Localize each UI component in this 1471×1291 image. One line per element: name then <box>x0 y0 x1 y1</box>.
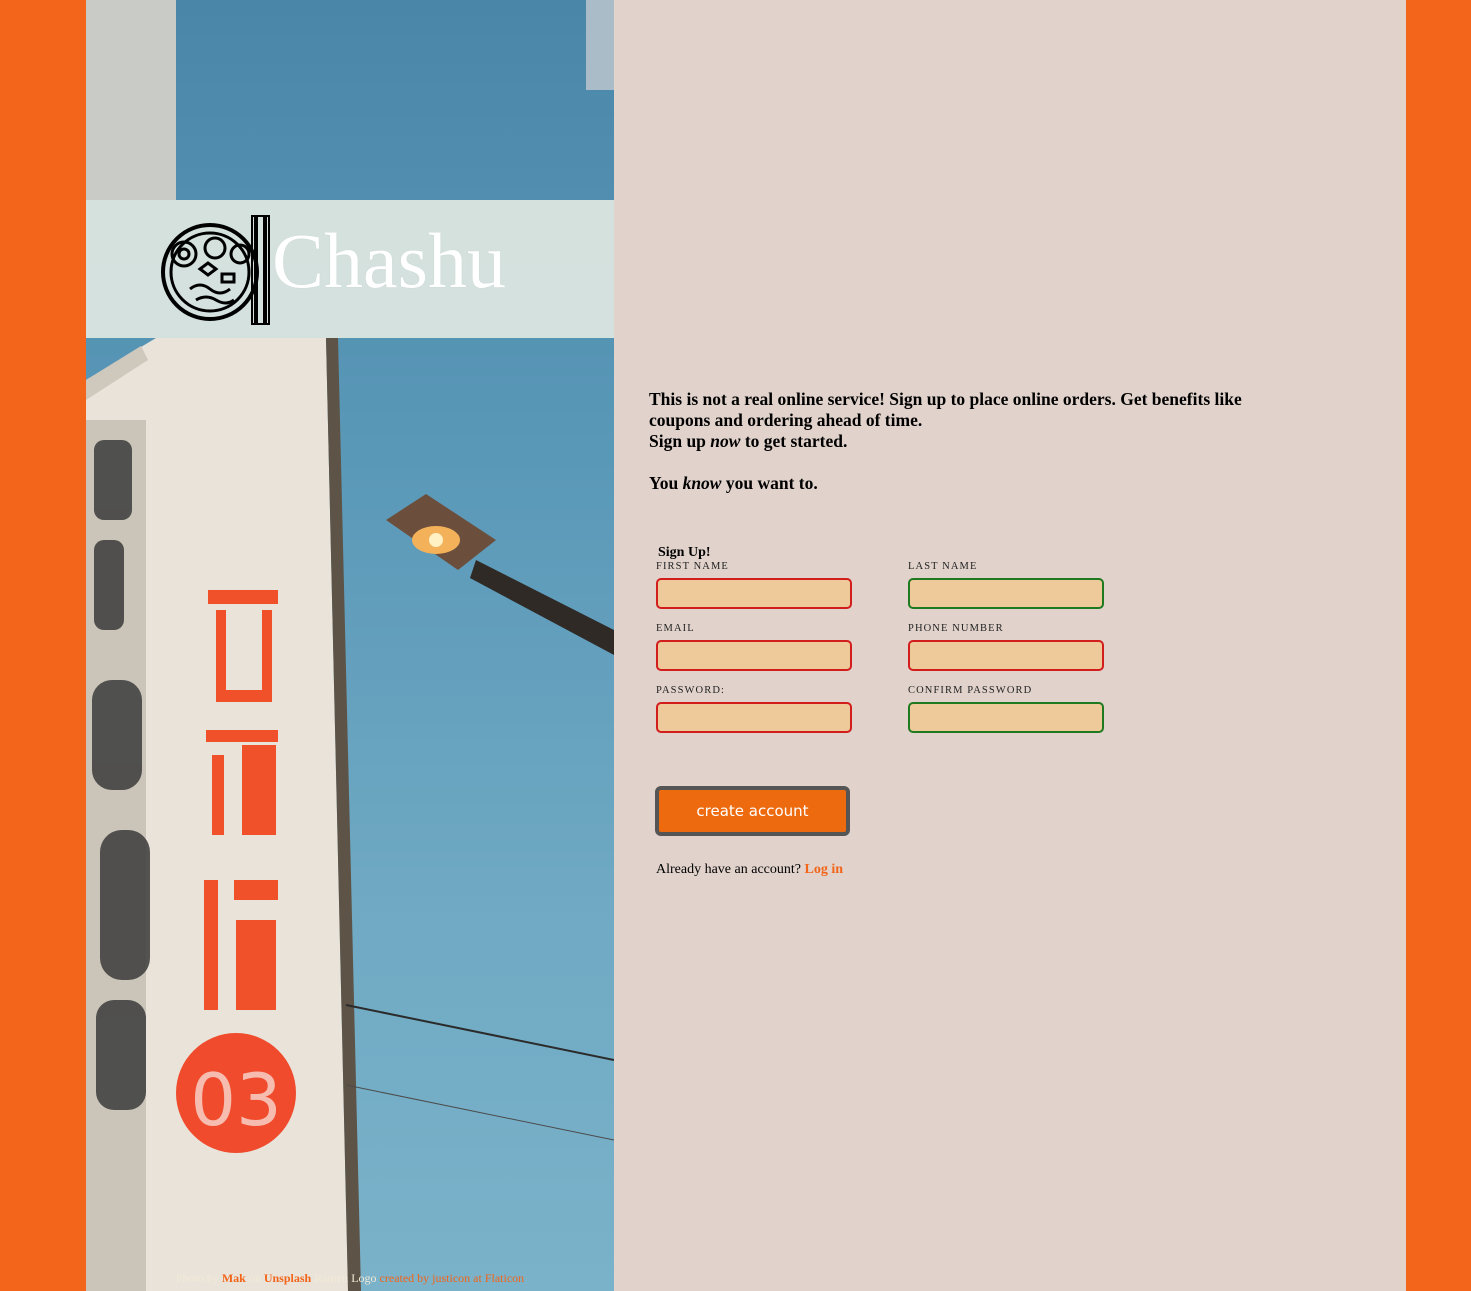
confirm-password-label: CONFIRM PASSWORD <box>908 685 1033 696</box>
email-label: EMAIL <box>656 623 695 634</box>
intro-line-2: Sign up now to get started. <box>649 431 848 451</box>
last-name-label: LAST NAME <box>908 561 978 572</box>
phone-number-input[interactable] <box>908 640 1104 671</box>
power-wire <box>345 1004 614 1061</box>
intro-line-3: You know you want to. <box>649 473 818 493</box>
intro-line-1: This is not a real online service! Sign … <box>649 389 1242 430</box>
photo-credits: Photo by Mak on Unsplash Ramen Logo crea… <box>86 1271 614 1286</box>
first-name-field-group: FIRST NAME <box>656 561 852 609</box>
password-field-group: PASSWORD: <box>656 685 852 733</box>
password-input[interactable] <box>656 702 852 733</box>
brand-name: Chashu <box>272 217 506 304</box>
confirm-password-input[interactable] <box>908 702 1104 733</box>
confirm-password-field-group: CONFIRM PASSWORD <box>908 685 1104 733</box>
phone-field-group: PHONE NUMBER <box>908 623 1104 671</box>
credit-logo-prefix: Ramen Logo <box>314 1271 377 1285</box>
logo-banner: Chashu <box>86 200 614 338</box>
signup-form-title: Sign Up! <box>658 545 711 560</box>
login-prompt-text: Already have an account? <box>656 862 801 877</box>
first-name-input[interactable] <box>656 578 852 609</box>
photographer-link[interactable]: Mak <box>222 1271 246 1285</box>
hero-photo-panel: 03 Chashu Photo by Mak on Unsplash Ramen… <box>86 0 614 1291</box>
flaticon-link[interactable]: created by justicon at Flaticon <box>380 1271 525 1285</box>
last-name-input[interactable] <box>908 578 1104 609</box>
email-input[interactable] <box>656 640 852 671</box>
building-edge <box>586 0 614 90</box>
password-label: PASSWORD: <box>656 685 726 696</box>
unsplash-link[interactable]: Unsplash <box>264 1271 311 1285</box>
first-name-label: FIRST NAME <box>656 561 729 572</box>
credit-photo-prefix: Photo by <box>175 1271 219 1285</box>
login-link[interactable]: Log in <box>804 862 843 877</box>
create-account-button[interactable]: create account <box>655 786 850 836</box>
lamp-arm <box>470 560 614 655</box>
ramen-bowl-icon <box>161 215 270 325</box>
street-sign-photo: 03 <box>86 0 614 1291</box>
credit-on: on <box>248 1271 261 1285</box>
power-wire-thin <box>345 1084 614 1141</box>
login-prompt: Already have an account? Log in <box>656 862 843 878</box>
phone-number-label: PHONE NUMBER <box>908 623 1004 634</box>
intro-text: This is not a real online service! Sign … <box>649 389 1289 494</box>
lamp-bulb <box>429 533 443 547</box>
building-wall <box>86 0 176 200</box>
signup-panel: This is not a real online service! Sign … <box>614 0 1406 1291</box>
last-name-field-group: LAST NAME <box>908 561 1104 609</box>
sign-number-text: 03 <box>190 1058 282 1142</box>
email-field-group: EMAIL <box>656 623 852 671</box>
